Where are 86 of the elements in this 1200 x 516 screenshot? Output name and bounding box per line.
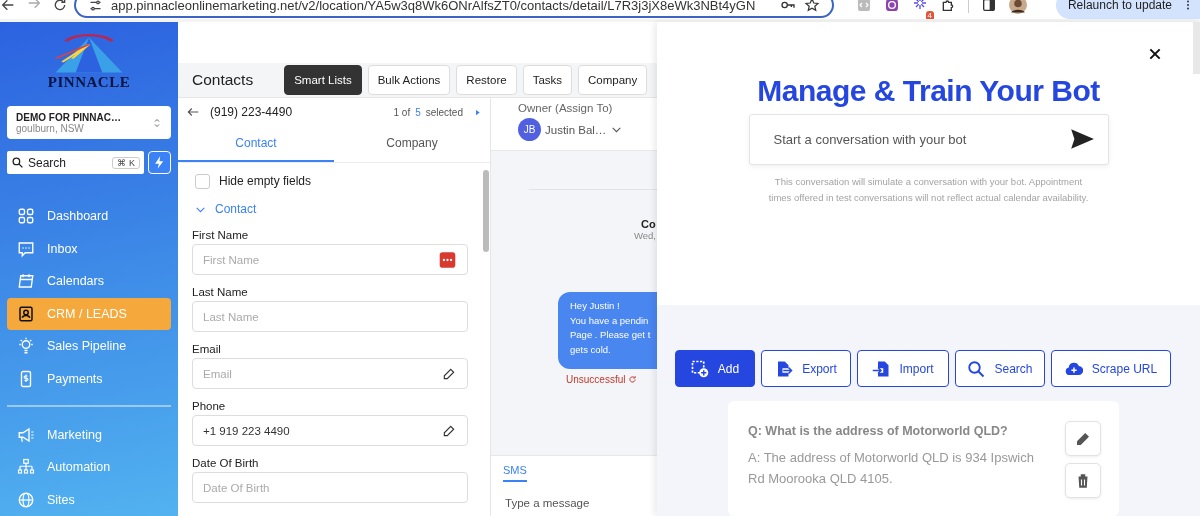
location-switcher[interactable]: DEMO FOR PINNAC… goulburn, NSW bbox=[7, 105, 171, 140]
input-field[interactable]: Email bbox=[192, 358, 468, 389]
location-name: DEMO FOR PINNAC… bbox=[16, 111, 122, 123]
toolbar-button[interactable]: Bulk Actions bbox=[367, 65, 451, 95]
pencil-icon[interactable] bbox=[442, 423, 456, 438]
faq-answer: A: The address of Motorworld QLD is 934 Ipswich Rd Moorooka QLD 4105. bbox=[748, 449, 1035, 488]
edit-button[interactable] bbox=[1065, 421, 1101, 456]
contact-phone: (919) 223-4490 bbox=[210, 105, 294, 119]
add-icon bbox=[690, 359, 709, 378]
nav-item[interactable]: Dashboard bbox=[7, 200, 171, 233]
back-icon[interactable] bbox=[0, 0, 16, 13]
disclaimer-text: This conversation will simulate a conversation with your bot. Appointment times offered in test conversations will not reflect actual calendar availability. bbox=[768, 175, 1089, 205]
next-icon[interactable] bbox=[473, 107, 482, 117]
field-label: First Name bbox=[192, 229, 250, 241]
message-bubble: Hey Justin ! You have a pendin Page . Please get t gets cold. bbox=[558, 292, 657, 369]
selected-count: 5 bbox=[415, 106, 421, 118]
field-label: Phone bbox=[192, 400, 227, 412]
owner-label: Owner (Assign To) bbox=[518, 102, 614, 114]
nav-item[interactable]: Inbox bbox=[7, 232, 171, 265]
megaphone-icon bbox=[17, 425, 35, 444]
contact-card-icon bbox=[17, 304, 35, 323]
checkbox[interactable] bbox=[195, 173, 210, 189]
delivery-status: Unsuccessful bbox=[566, 374, 626, 385]
faq-question: Q: What is the address of Motorworld QLD? bbox=[748, 424, 1009, 438]
tab[interactable]: SMS bbox=[503, 458, 527, 482]
shortcut-hint: ⌘ K bbox=[112, 156, 140, 169]
send-icon[interactable] bbox=[1068, 126, 1095, 152]
scrollbar[interactable] bbox=[483, 170, 489, 252]
logo-text: PINNACLE bbox=[47, 74, 131, 91]
pencil-icon[interactable] bbox=[442, 366, 456, 381]
close-button[interactable] bbox=[1147, 46, 1163, 62]
quick-action-button[interactable] bbox=[148, 151, 171, 174]
checkbox-label: Hide empty fields bbox=[219, 174, 312, 188]
input-field[interactable]: First Name bbox=[192, 244, 468, 275]
avatar: JB bbox=[518, 118, 541, 141]
toolbar-button[interactable]: Search bbox=[955, 350, 1045, 387]
toolbar-button[interactable]: Export bbox=[761, 350, 851, 387]
address-bar[interactable]: app.pinnacleonlinemarketing.net/v2/location/YA5w3q8Wk6ONrAlfsZT0/contacts/detail/L7R3j3jX8eWk3NBt4yGN bbox=[74, 0, 834, 18]
side-panel-icon[interactable] bbox=[981, 0, 997, 13]
owner-dropdown[interactable]: JB Justin Bal… bbox=[518, 118, 657, 141]
conversation-date: Wed, bbox=[633, 230, 657, 241]
delete-button[interactable] bbox=[1065, 463, 1101, 498]
import-icon bbox=[872, 359, 891, 378]
record-position: 1 of bbox=[393, 106, 411, 118]
toolbar-button[interactable]: Company bbox=[578, 65, 648, 95]
selected-label: selected bbox=[425, 106, 463, 118]
bookmark-star-icon[interactable] bbox=[804, 0, 820, 13]
search-icon bbox=[967, 359, 986, 378]
hierarchy-icon bbox=[17, 458, 35, 477]
input-field[interactable]: +1 919 223 4490 bbox=[192, 415, 468, 446]
section-header[interactable]: Contact bbox=[192, 200, 468, 218]
reload-icon[interactable] bbox=[52, 0, 68, 13]
search-icon bbox=[11, 156, 24, 170]
input-field[interactable]: Date Of Birth bbox=[192, 472, 468, 503]
toolbar-button[interactable]: Restore bbox=[456, 65, 517, 95]
export-icon bbox=[775, 359, 794, 378]
location-city: goulburn, NSW bbox=[16, 122, 85, 134]
chat-input[interactable]: Start a conversation with your bot bbox=[748, 114, 1109, 165]
input-field[interactable]: Last Name bbox=[192, 301, 468, 332]
tune-icon[interactable] bbox=[88, 0, 103, 13]
back-arrow-icon[interactable] bbox=[186, 105, 200, 119]
extension-badge: 4 bbox=[925, 11, 934, 19]
page-title: Contacts bbox=[192, 71, 254, 89]
retry-icon[interactable] bbox=[628, 375, 638, 384]
field-label: Date Of Birth bbox=[192, 457, 260, 469]
toolbar-button[interactable]: Tasks bbox=[522, 65, 573, 95]
chat-icon bbox=[17, 239, 35, 258]
bulb-icon bbox=[17, 337, 35, 356]
grid-icon bbox=[17, 207, 35, 226]
toolbar-button[interactable]: Add bbox=[675, 350, 755, 387]
avatar-icon[interactable] bbox=[1009, 0, 1027, 14]
close-icon bbox=[1147, 46, 1163, 62]
modal-title: Manage & Train Your Bot bbox=[757, 74, 1100, 108]
field-label: Email bbox=[192, 343, 222, 355]
relaunch-button[interactable]: Relaunch to update bbox=[1055, 0, 1200, 19]
conversation-title: Co bbox=[640, 217, 657, 230]
toolbar-button[interactable]: Import bbox=[857, 350, 949, 387]
toolbar-button[interactable]: Smart Lists bbox=[284, 65, 362, 95]
field-label: Last Name bbox=[192, 286, 249, 298]
globe-icon bbox=[17, 490, 35, 509]
calendar-icon bbox=[17, 272, 35, 291]
extension-icon[interactable] bbox=[884, 0, 900, 13]
search-field[interactable]: Search ⌘ K bbox=[7, 151, 144, 174]
toolbar-button[interactable]: Scrape URL bbox=[1051, 350, 1171, 387]
puzzle-icon[interactable] bbox=[940, 0, 956, 13]
message-field[interactable]: Type a message bbox=[503, 496, 657, 510]
